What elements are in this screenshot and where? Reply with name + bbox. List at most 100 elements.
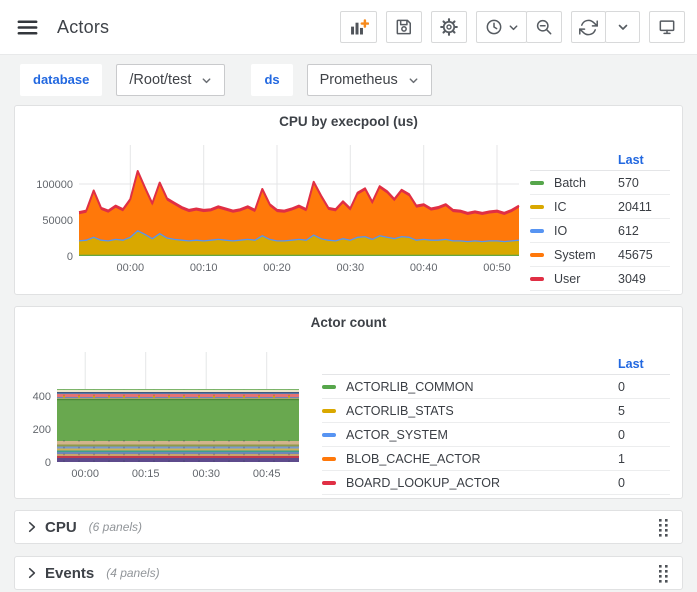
legend-series-value: 0 [618, 428, 670, 442]
hamburger-menu-icon [16, 16, 39, 39]
row-drag-handle[interactable] [655, 515, 672, 540]
dashboard-title: Actors [57, 17, 109, 38]
series-color-icon [530, 229, 544, 233]
x-axis-tick-label: 00:50 [483, 262, 511, 274]
legend-row: ACTOR_SYSTEM0 [322, 423, 670, 447]
zoom-out-icon [534, 17, 554, 37]
cpu-execpool-chart[interactable]: 05000010000000:0000:1000:2000:3000:4000:… [17, 131, 530, 282]
time-range-picker-button[interactable] [476, 11, 527, 43]
series-color-icon [322, 433, 336, 437]
row-cpu[interactable]: CPU (6 panels) [14, 510, 683, 544]
actor-count-chart[interactable]: 020040000:0000:1500:3000:45 [17, 332, 322, 489]
series-color-icon [322, 481, 336, 485]
dashboard-grid: CPU by execpool (us) 05000010000000:0000… [0, 105, 697, 590]
series-color-icon [530, 253, 544, 257]
row-title[interactable]: CPU [45, 519, 77, 536]
legend-series-value: 0 [618, 380, 670, 394]
refresh-interval-button[interactable] [605, 11, 640, 43]
legend-header-row: Last [322, 353, 670, 375]
stacked-band [57, 441, 299, 444]
x-axis-tick-label: 00:30 [337, 262, 365, 274]
y-axis-tick-label: 400 [33, 391, 51, 403]
drag-handle-icon [657, 563, 670, 584]
panel-title[interactable]: CPU by execpool (us) [15, 106, 682, 122]
variable-label-ds: ds [251, 64, 292, 96]
clock-icon [484, 17, 504, 37]
time-controls-group [476, 11, 562, 43]
x-axis-tick-label: 00:15 [132, 468, 160, 480]
legend-series-name[interactable]: IO [554, 224, 618, 238]
cpu-legend: LastBatch570IC20411IO612System45675User3… [530, 131, 674, 291]
variable-ds: ds Prometheus [251, 64, 431, 96]
variable-value-ds: Prometheus [320, 72, 398, 88]
y-axis-tick-label: 200 [33, 424, 51, 436]
legend-row: User3049 [530, 267, 670, 291]
legend-series-value: 570 [618, 176, 670, 190]
variable-select-database[interactable]: /Root/test [116, 64, 225, 96]
stacked-band [57, 454, 299, 456]
legend-series-name[interactable]: ACTORLIB_COMMON [346, 380, 618, 394]
legend-series-name[interactable]: Batch [554, 176, 618, 190]
legend-sort-last[interactable]: Last [618, 357, 670, 371]
dashboard-settings-button[interactable] [431, 11, 467, 43]
chevron-right-icon [25, 520, 39, 534]
panel-title[interactable]: Actor count [15, 307, 682, 323]
legend-series-value: 20411 [618, 200, 670, 214]
legend-row: IC20411 [530, 195, 670, 219]
y-axis-tick-label: 50000 [42, 215, 73, 227]
row-events[interactable]: Events (4 panels) [14, 556, 683, 590]
legend-row: Batch570 [530, 171, 670, 195]
chevron-down-icon [617, 21, 629, 33]
legend-series-name[interactable]: IC [554, 200, 618, 214]
chevron-down-icon [508, 22, 519, 33]
refresh-dashboard-button[interactable] [571, 11, 606, 43]
menu-toggle-button[interactable] [12, 12, 43, 43]
variable-value-database: /Root/test [129, 72, 191, 88]
row-panel-count: (6 panels) [89, 520, 142, 534]
x-axis-tick-label: 00:00 [71, 468, 99, 480]
drag-handle-icon [657, 517, 670, 538]
series-color-icon [530, 181, 544, 185]
legend-sort-last[interactable]: Last [618, 153, 670, 167]
stacked-band [57, 445, 299, 447]
refresh-icon [579, 18, 598, 37]
save-dashboard-button[interactable] [386, 11, 422, 43]
legend-series-name[interactable]: User [554, 272, 618, 286]
chevron-down-icon [201, 75, 212, 86]
legend-series-name[interactable]: BLOB_CACHE_ACTOR [346, 452, 618, 466]
x-axis-tick-label: 00:20 [263, 262, 291, 274]
legend-series-name[interactable]: System [554, 248, 618, 262]
variable-select-ds[interactable]: Prometheus [307, 64, 432, 96]
stacked-band [57, 392, 299, 393]
legend-series-value: 45675 [618, 248, 670, 262]
panel-cpu-by-execpool: CPU by execpool (us) 05000010000000:0000… [14, 105, 683, 295]
stacked-band [57, 458, 299, 462]
legend-series-name[interactable]: BOARD_LOOKUP_ACTOR [346, 476, 618, 490]
add-panel-button[interactable] [340, 11, 377, 43]
legend-series-value: 3049 [618, 272, 670, 286]
legend-series-name[interactable]: ACTOR_SYSTEM [346, 428, 618, 442]
legend-series-value: 612 [618, 224, 670, 238]
row-title[interactable]: Events [45, 565, 94, 582]
panel-body: 05000010000000:0000:1000:2000:3000:4000:… [15, 131, 682, 294]
chevron-right-icon [25, 566, 39, 580]
zoom-out-time-button[interactable] [526, 11, 562, 43]
stacked-band [57, 393, 299, 394]
stacked-band [57, 400, 299, 442]
kiosk-mode-button[interactable] [649, 11, 685, 43]
legend-row: BOARD_LOOKUP_ACTOR0 [322, 471, 670, 495]
monitor-icon [657, 17, 677, 37]
series-color-icon [530, 277, 544, 281]
legend-series-name[interactable]: ACTORLIB_STATS [346, 404, 618, 418]
x-axis-tick-label: 00:40 [410, 262, 438, 274]
stacked-band [57, 449, 299, 451]
legend-series-value: 5 [618, 404, 670, 418]
legend-series-value: 0 [618, 476, 670, 490]
toolbar [340, 11, 685, 43]
panel-actor-count: Actor count 020040000:0000:1500:3000:45 … [14, 306, 683, 499]
y-axis-tick-label: 100000 [36, 179, 73, 191]
y-axis-tick-label: 0 [67, 251, 73, 263]
variable-label-database: database [20, 64, 102, 96]
row-drag-handle[interactable] [655, 561, 672, 586]
legend-row: ACTORLIB_STATS5 [322, 399, 670, 423]
